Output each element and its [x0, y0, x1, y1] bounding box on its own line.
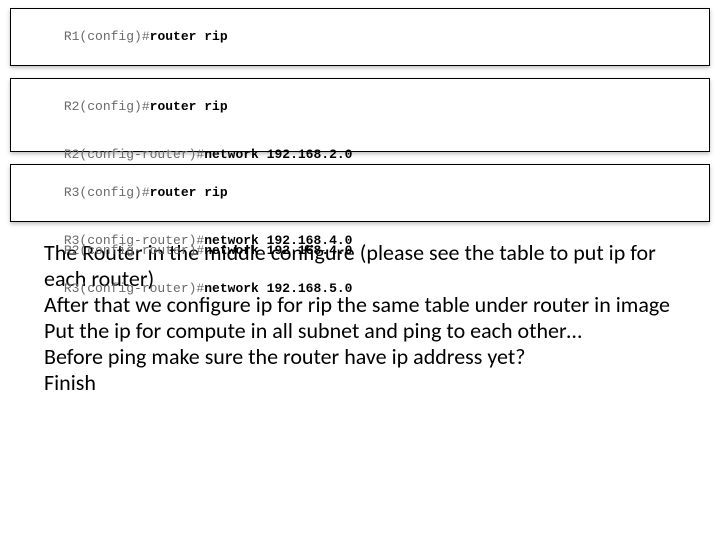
r2-line1-cmd: network 192.168.2.0	[204, 147, 352, 162]
r3-line1-cmd: network 192.168.4.0	[204, 233, 352, 248]
r1-line0-prompt: R1(config)#	[64, 29, 150, 44]
terminal-r2-line-0: R2(config)#router rip	[17, 83, 703, 131]
r3-line0-cmd: router rip	[150, 185, 228, 200]
terminal-r1: R1(config)#router rip R1(config-router)#…	[10, 8, 710, 66]
body-line-4: Before ping make sure the router have ip…	[44, 344, 684, 370]
r1-line0-cmd: router rip	[150, 29, 228, 44]
terminal-r3: R3(config)#router rip R3(config-router)#…	[10, 164, 710, 222]
r2-line0-cmd: router rip	[150, 99, 228, 114]
r3-line0-prompt: R3(config)#	[64, 185, 150, 200]
body-line-5: Finish	[44, 370, 684, 396]
r3-line2-prompt: R3(config-router)#	[64, 281, 204, 296]
body-line-3: Put the ip for compute in all subnet and…	[44, 318, 684, 344]
r3-line1-prompt: R3(config-router)#	[64, 233, 204, 248]
r2-line1-prompt: R2(config-router)#	[64, 147, 204, 162]
terminal-r3-line-0: R3(config)#router rip	[17, 169, 703, 217]
page: The Router in the middle configure (plea…	[0, 0, 720, 540]
r2-line0-prompt: R2(config)#	[64, 99, 150, 114]
terminal-r3-line-2: R3(config-router)#network 192.168.5.0	[17, 265, 703, 313]
r3-line2-cmd: network 192.168.5.0	[204, 281, 352, 296]
terminal-r2: R2(config)#router rip R2(config-router)#…	[10, 78, 710, 152]
terminal-r3-line-1: R3(config-router)#network 192.168.4.0	[17, 217, 703, 265]
terminal-r1-line-0: R1(config)#router rip	[17, 13, 703, 61]
